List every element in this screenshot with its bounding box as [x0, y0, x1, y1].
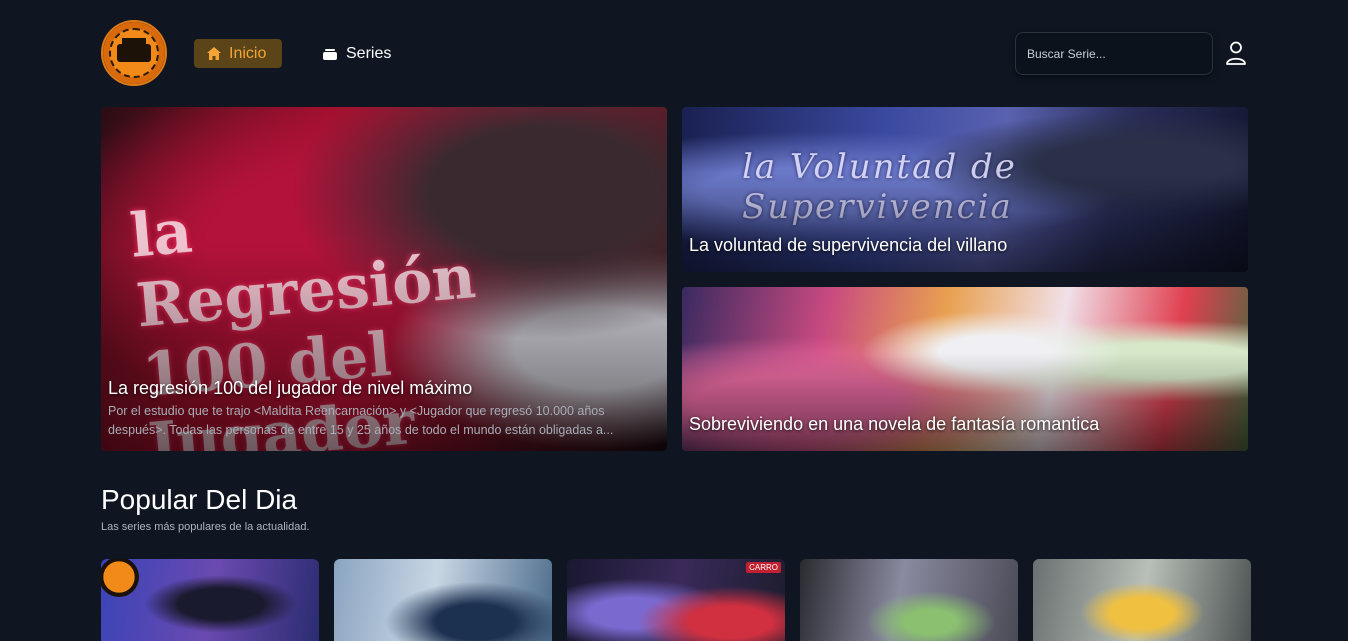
nav-series[interactable]: Series: [322, 39, 391, 68]
popular-thumb[interactable]: [101, 559, 319, 641]
logo-mark: [117, 38, 151, 62]
popular-thumb[interactable]: [800, 559, 1018, 641]
hero-card-title: La regresión 100 del jugador de nivel má…: [108, 378, 473, 398]
popular-thumb[interactable]: [334, 559, 552, 641]
site-header: Inicio Series: [0, 0, 1348, 100]
hero-card-voluntad[interactable]: la Voluntad de Supervivencia La voluntad…: [682, 107, 1248, 272]
card-shade: [682, 173, 1248, 272]
popular-thumb[interactable]: [1033, 559, 1251, 641]
hero-card-title: La voluntad de supervivencia del villano: [689, 235, 1008, 255]
popular-section-subtitle: Las series más populares de la actualida…: [101, 521, 310, 533]
stack-icon: [323, 48, 337, 60]
nav-series-label: Series: [346, 44, 392, 62]
hero-card-title: Sobreviviendo en una novela de fantasía …: [689, 414, 1100, 434]
nav-inicio-label: Inicio: [229, 44, 267, 62]
hero-card-sobreviviendo[interactable]: Sobreviviendo en una novela de fantasía …: [682, 287, 1248, 451]
card-shade: [682, 352, 1248, 451]
site-logo[interactable]: [101, 20, 167, 86]
hero-card-regresion[interactable]: la Regresión 100 del Jugador La regresió…: [101, 107, 667, 451]
popular-section-title: Popular Del Dia: [101, 484, 298, 515]
popular-thumb[interactable]: CARRO: [567, 559, 785, 641]
search-input[interactable]: [1015, 32, 1213, 75]
nav-inicio[interactable]: Inicio: [194, 39, 282, 68]
user-icon[interactable]: [1224, 40, 1248, 66]
publisher-badge: CARRO: [746, 562, 781, 573]
hero-card-description: Por el estudio que te trajo <Maldita Ree…: [108, 404, 614, 437]
home-icon: [207, 47, 221, 60]
site-logo-watermark: [101, 559, 139, 597]
